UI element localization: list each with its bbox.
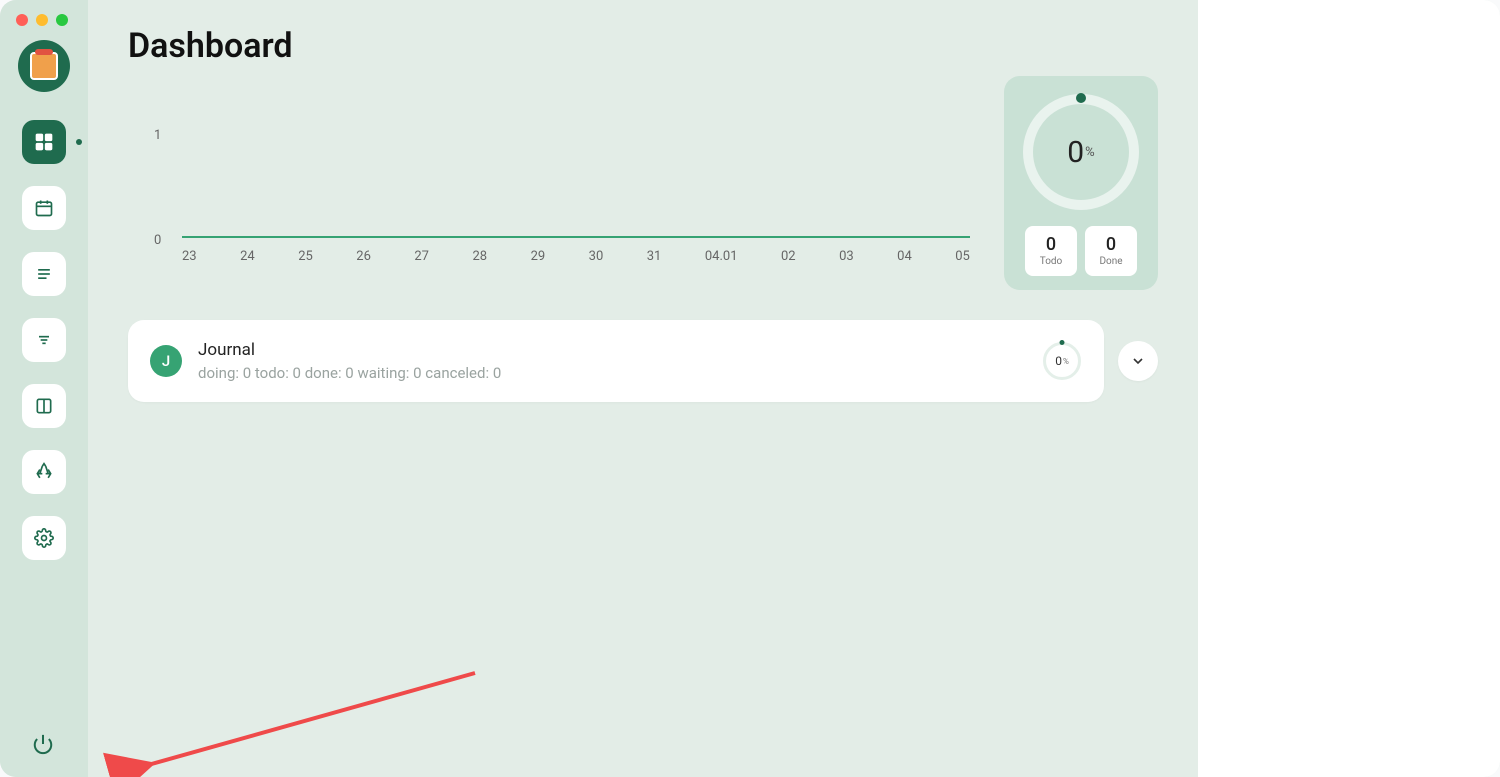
app-logo[interactable] [18, 40, 70, 92]
y-tick-top: 1 [154, 128, 161, 143]
close-window-button[interactable] [16, 14, 28, 26]
x-tick: 26 [356, 249, 371, 264]
x-tick: 04.01 [705, 249, 738, 264]
ring-marker-dot [1076, 93, 1086, 103]
stat-todo-label: Todo [1040, 256, 1063, 267]
minimize-window-button[interactable] [36, 14, 48, 26]
chart-baseline [182, 236, 970, 238]
x-tick: 02 [781, 249, 796, 264]
x-tick: 23 [182, 249, 197, 264]
main-content: Dashboard 1 0 23 24 25 26 27 28 29 30 31 04.01 02 0… [88, 0, 1198, 777]
stat-done-value: 0 [1106, 236, 1116, 254]
active-indicator-dot [76, 139, 82, 145]
sidebar-item-recycle[interactable] [22, 450, 66, 494]
sidebar-footer [32, 733, 56, 757]
sidebar-item-dashboard[interactable] [22, 120, 66, 164]
x-tick: 29 [531, 249, 546, 264]
journal-row: J Journal doing: 0 todo: 0 done: 0 waiti… [128, 320, 1158, 402]
x-tick: 05 [955, 249, 970, 264]
journal-status-line: doing: 0 todo: 0 done: 0 waiting: 0 canc… [198, 364, 1026, 382]
sidebar [0, 0, 88, 777]
calendar-logo-icon [30, 52, 58, 80]
summary-stats: 0 Todo 0 Done [1025, 226, 1137, 276]
sidebar-item-tasks[interactable] [22, 318, 66, 362]
sidebar-item-split[interactable] [22, 384, 66, 428]
journal-card[interactable]: J Journal doing: 0 todo: 0 done: 0 waiti… [128, 320, 1104, 402]
journal-ring-circle: 0 % [1043, 342, 1081, 380]
progress-ring-circle: 0 % [1023, 94, 1139, 210]
power-icon [32, 733, 54, 755]
x-tick: 24 [240, 249, 255, 264]
progress-percent-value: 0 [1067, 135, 1084, 170]
journal-percent-symbol: % [1063, 357, 1069, 366]
stat-todo-value: 0 [1046, 236, 1056, 254]
dashboard-icon [34, 132, 54, 152]
x-tick: 31 [647, 249, 662, 264]
stat-done: 0 Done [1085, 226, 1137, 276]
sidebar-nav [22, 120, 66, 560]
summary-card: 0 % 0 Todo 0 Done [1004, 76, 1158, 290]
annotation-arrow [88, 665, 490, 777]
stat-done-label: Done [1099, 256, 1122, 267]
recycle-icon [34, 462, 54, 482]
gear-icon [34, 528, 54, 548]
journal-ring-marker [1060, 340, 1065, 345]
page-title: Dashboard [128, 26, 1158, 66]
columns-icon [34, 396, 54, 416]
x-tick: 27 [414, 249, 429, 264]
journal-percent-value: 0 [1055, 354, 1062, 368]
journal-body: Journal doing: 0 todo: 0 done: 0 waiting… [198, 340, 1026, 382]
filter-lines-icon [34, 330, 54, 350]
progress-ring: 0 % [1023, 94, 1139, 210]
stat-todo: 0 Todo [1025, 226, 1077, 276]
x-tick: 04 [897, 249, 912, 264]
x-tick: 25 [298, 249, 313, 264]
right-panel [1198, 0, 1500, 777]
app-window: Dashboard 1 0 23 24 25 26 27 28 29 30 31 04.01 02 0… [0, 0, 1500, 777]
chevron-down-icon [1130, 353, 1146, 369]
sidebar-item-settings[interactable] [22, 516, 66, 560]
expand-journal-button[interactable] [1118, 341, 1158, 381]
journal-progress-ring: 0 % [1042, 341, 1082, 381]
x-tick: 03 [839, 249, 854, 264]
x-tick: 30 [589, 249, 604, 264]
sidebar-item-notes[interactable] [22, 252, 66, 296]
journal-avatar: J [150, 345, 182, 377]
power-button[interactable] [32, 733, 56, 757]
maximize-window-button[interactable] [56, 14, 68, 26]
dashboard-top-row: 1 0 23 24 25 26 27 28 29 30 31 04.01 02 03 04 05 0 % [128, 76, 1158, 290]
x-tick: 28 [472, 249, 487, 264]
x-axis-labels: 23 24 25 26 27 28 29 30 31 04.01 02 03 04 05 [182, 249, 970, 264]
text-lines-icon [34, 264, 54, 284]
calendar-icon [34, 198, 54, 218]
journal-title: Journal [198, 340, 1026, 360]
sidebar-item-calendar[interactable] [22, 186, 66, 230]
progress-percent-symbol: % [1085, 145, 1095, 160]
activity-chart: 1 0 23242526272829303104.0102030405 [128, 76, 970, 260]
window-controls [16, 14, 68, 26]
y-tick-bottom: 0 [154, 233, 161, 248]
chart-canvas: 1 0 23242526272829303104.0102030405 [128, 90, 970, 260]
